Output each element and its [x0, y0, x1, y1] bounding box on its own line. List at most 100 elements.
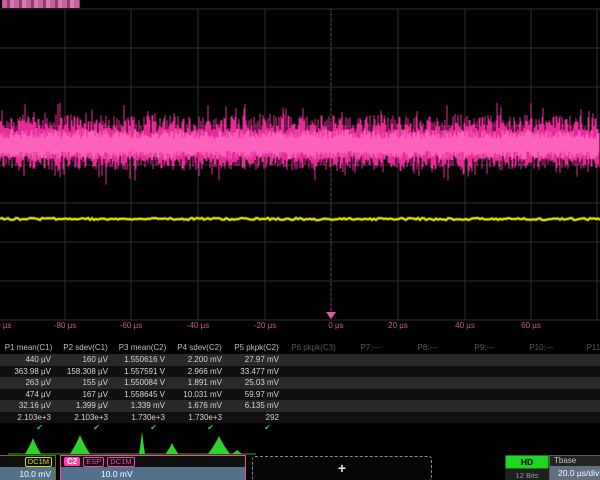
measure-column-header[interactable]: P11:---	[570, 342, 600, 354]
measure-value-cell	[285, 377, 342, 389]
measure-value-cell: 32.16 µV	[0, 400, 57, 412]
measure-table-row: 440 µV160 µV1.550616 V2.200 mV27.97 mV	[0, 354, 600, 366]
measure-value-cell	[456, 377, 513, 389]
measure-column-header[interactable]: P4 sdev(C2)	[171, 342, 228, 354]
measure-value-cell	[342, 412, 399, 424]
measure-value-cell: 27.97 mV	[228, 354, 285, 366]
measure-column-header[interactable]: P9:---	[456, 342, 513, 354]
add-trace-button[interactable]: +	[252, 456, 432, 480]
timebase-title: Tbase	[550, 456, 600, 466]
measure-value-cell: 1.891 mV	[171, 377, 228, 389]
measure-column-header[interactable]: P5 pkpk(C2)	[228, 342, 285, 354]
measure-value-cell: 10.031 mV	[171, 389, 228, 401]
measure-value-cell	[513, 412, 570, 424]
graticule	[0, 0, 600, 332]
channel-c2-descriptor[interactable]: C2 ESP DC1M 10.0 mV	[60, 455, 246, 480]
measure-value-cell: 2.103e+3	[0, 412, 57, 424]
measure-value-cell	[456, 389, 513, 401]
measure-value-cell	[399, 354, 456, 366]
measure-value-cell	[399, 377, 456, 389]
measure-value-cell: 1.676 mV	[171, 400, 228, 412]
measure-value-cell	[456, 400, 513, 412]
measure-value-cell: 1.557591 V	[114, 366, 171, 378]
measure-value-cell: 6.135 mV	[228, 400, 285, 412]
time-axis-label: -100 µs	[0, 321, 11, 330]
measure-value-cell	[342, 400, 399, 412]
measure-value-cell: 25.03 mV	[228, 377, 285, 389]
measure-value-cell: 59.97 mV	[228, 389, 285, 401]
measure-value-cell	[513, 400, 570, 412]
trigger-marker[interactable]	[326, 312, 336, 319]
measure-column-header[interactable]: P7:---	[342, 342, 399, 354]
measure-value-cell: 1.550616 V	[114, 354, 171, 366]
measure-value-cell: 474 µV	[0, 389, 57, 401]
c2-descriptor-header: C2 ESP DC1M	[61, 456, 245, 467]
measure-value-cell: 292	[228, 412, 285, 424]
measure-value-cell: 1.730e+3	[114, 412, 171, 424]
measure-value-cell: 2.966 mV	[171, 366, 228, 378]
measure-value-cell: 1.730e+3	[171, 412, 228, 424]
c1-scale-value: 10.0 mV	[0, 467, 55, 480]
measure-value-cell	[285, 354, 342, 366]
time-axis-label: -60 µs	[120, 321, 142, 330]
timebase-descriptor[interactable]: Tbase 20.0 µs/div	[549, 455, 600, 480]
measure-value-cell	[399, 412, 456, 424]
measure-column-header[interactable]: P6 pkpk(C3)	[285, 342, 342, 354]
time-axis-label: 20 µs	[388, 321, 408, 330]
measure-value-cell	[285, 366, 342, 378]
measure-value-cell	[570, 354, 600, 366]
c1-coupling-chip: DC1M	[25, 457, 52, 467]
measure-table: P1 mean(C1)P2 sdev(C1)P3 mean(C2)P4 sdev…	[0, 342, 600, 433]
measure-value-cell	[570, 412, 600, 424]
measure-value-cell	[513, 366, 570, 378]
measure-value-cell	[456, 412, 513, 424]
measure-value-cell: 263 µV	[0, 377, 57, 389]
measure-value-cell	[513, 389, 570, 401]
measure-value-cell: 363.98 µV	[0, 366, 57, 378]
measure-value-cell: 155 µV	[57, 377, 114, 389]
measure-column-header[interactable]: P1 mean(C1)	[0, 342, 57, 354]
measure-value-cell	[570, 377, 600, 389]
measure-value-cell: 167 µV	[57, 389, 114, 401]
measure-value-cell: 1.550084 V	[114, 377, 171, 389]
measurement-histicons[interactable]	[0, 432, 600, 456]
measure-column-header[interactable]: P3 mean(C2)	[114, 342, 171, 354]
measure-value-cell: 2.103e+3	[57, 412, 114, 424]
measure-value-cell: 2.200 mV	[171, 354, 228, 366]
measure-value-cell	[399, 389, 456, 401]
measure-value-cell	[456, 366, 513, 378]
measure-column-header[interactable]: P8:---	[399, 342, 456, 354]
measure-value-cell	[285, 400, 342, 412]
measure-value-cell	[513, 354, 570, 366]
time-axis-label: -40 µs	[187, 321, 209, 330]
c2-esp-chip: ESP	[83, 457, 104, 467]
channel-1-trace[interactable]	[0, 218, 600, 220]
measure-value-cell	[570, 400, 600, 412]
measure-table-row: 263 µV155 µV1.550084 V1.891 mV25.03 mV	[0, 377, 600, 389]
measure-column-header[interactable]: P10:---	[513, 342, 570, 354]
measure-column-header[interactable]: P2 sdev(C1)	[57, 342, 114, 354]
time-axis-label: -80 µs	[54, 321, 76, 330]
measure-value-cell	[342, 366, 399, 378]
measure-table-row: 2.103e+32.103e+31.730e+31.730e+3292	[0, 412, 600, 424]
hd-mode-indicator[interactable]: HD 12 Bits	[505, 455, 549, 480]
measure-table-row: P1 mean(C1)P2 sdev(C1)P3 mean(C2)P4 sdev…	[0, 342, 600, 354]
c2-channel-badge: C2	[64, 457, 80, 466]
time-axis-label: 0 µs	[328, 321, 343, 330]
hd-badge: HD	[505, 455, 549, 469]
c2-coupling-chip: DC1M	[107, 457, 134, 467]
measure-value-cell: 440 µV	[0, 354, 57, 366]
measure-value-cell	[342, 354, 399, 366]
channel-2-trace[interactable]	[0, 103, 599, 185]
measure-table-row: 363.98 µV158.308 µV1.557591 V2.966 mV33.…	[0, 366, 600, 378]
measure-value-cell	[342, 389, 399, 401]
measure-value-cell: 33.477 mV	[228, 366, 285, 378]
measure-table-row: 474 µV167 µV1.558645 V10.031 mV59.97 mV	[0, 389, 600, 401]
time-axis-label: 40 µs	[455, 321, 475, 330]
measure-value-cell: 160 µV	[57, 354, 114, 366]
measure-value-cell	[570, 366, 600, 378]
measure-value-cell: 1.339 mV	[114, 400, 171, 412]
measure-value-cell	[513, 377, 570, 389]
hd-bits-label: 12 Bits	[505, 469, 549, 480]
channel-c1-descriptor[interactable]: DC1M 10.0 mV	[0, 455, 56, 480]
